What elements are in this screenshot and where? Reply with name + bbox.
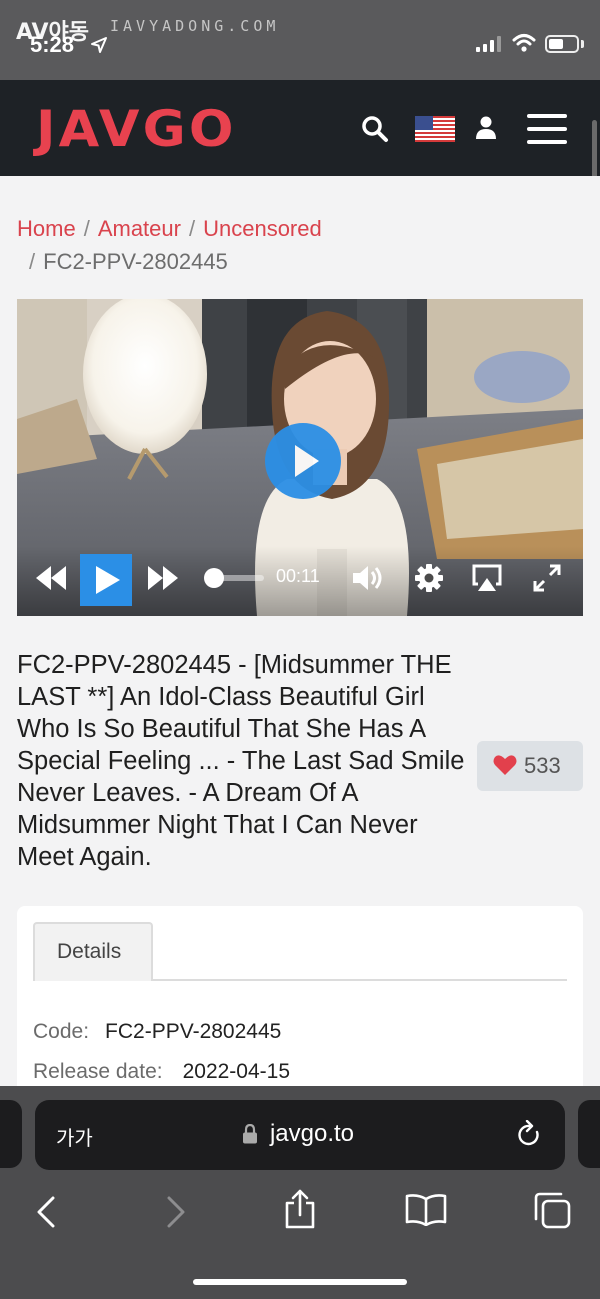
battery-icon: [545, 35, 579, 53]
volume-icon[interactable]: [353, 564, 385, 592]
big-play-button[interactable]: [265, 423, 341, 499]
breadcrumb: Home / Amateur / Uncensored / FC2-PPV-2802445: [17, 212, 577, 278]
site-logo[interactable]: JAVGO: [36, 100, 237, 158]
details-card: Details Code: FC2-PPV-2802445 Release dat…: [17, 906, 583, 1086]
breadcrumb-uncensored[interactable]: Uncensored: [203, 216, 322, 241]
forward-nav-icon: [167, 1196, 185, 1228]
back-icon[interactable]: [36, 1196, 56, 1228]
seek-handle[interactable]: [204, 568, 224, 588]
site-header: JAVGO: [0, 80, 600, 176]
cellular-signal-icon: [476, 36, 501, 52]
detail-value: 2022-04-15: [182, 1060, 291, 1083]
detail-row-code: Code: FC2-PPV-2802445: [33, 1020, 281, 1044]
address-bar[interactable]: 가가 javgo.to: [35, 1100, 565, 1170]
us-flag-icon[interactable]: [415, 116, 455, 142]
breadcrumb-separator: /: [29, 249, 36, 274]
status-time: 5:28: [30, 32, 75, 57]
url-text[interactable]: javgo.to: [35, 1120, 565, 1148]
search-icon[interactable]: [361, 115, 389, 143]
battery-tip: [581, 40, 584, 48]
video-player[interactable]: 00:11: [17, 299, 583, 616]
like-button[interactable]: 533: [477, 741, 583, 791]
heart-icon: [493, 755, 517, 775]
location-arrow-icon: [91, 37, 107, 53]
tabs-icon[interactable]: [533, 1191, 571, 1229]
settings-icon[interactable]: [415, 564, 443, 592]
tab-details[interactable]: Details: [33, 922, 153, 981]
airplay-icon[interactable]: [472, 564, 502, 592]
play-button[interactable]: [80, 554, 132, 606]
previous-tab-peek[interactable]: [0, 1100, 22, 1168]
breadcrumb-current: FC2-PPV-2802445: [43, 249, 228, 274]
like-count: 533: [524, 753, 561, 778]
detail-key: Release date:: [33, 1060, 163, 1083]
detail-key: Code:: [33, 1020, 90, 1043]
rewind-icon[interactable]: [36, 566, 66, 590]
main-content: Home / Amateur / Uncensored / FC2-PPV-2802445: [0, 176, 600, 1086]
bookmarks-icon[interactable]: [405, 1194, 447, 1226]
fullscreen-icon[interactable]: [533, 564, 561, 592]
status-bar: AV야동 IAVYADONG.COM 5:28: [0, 0, 600, 80]
current-time: 00:11: [276, 566, 320, 586]
user-icon[interactable]: [475, 116, 497, 140]
player-controls: 00:11: [17, 546, 583, 616]
share-icon[interactable]: [284, 1189, 316, 1229]
tab-details-label: Details: [57, 940, 122, 963]
breadcrumb-home[interactable]: Home: [17, 216, 76, 241]
reload-icon[interactable]: [515, 1120, 543, 1150]
home-indicator[interactable]: [193, 1279, 407, 1285]
forward-icon[interactable]: [148, 566, 178, 590]
url-domain: javgo.to: [269, 1120, 355, 1147]
page-scrollbar[interactable]: [592, 120, 597, 182]
watermark-url: IAVYADONG.COM: [110, 17, 280, 35]
detail-value: FC2-PPV-2802445: [105, 1020, 282, 1043]
breadcrumb-separator: /: [83, 216, 90, 241]
wifi-icon: [512, 34, 536, 52]
next-tab-peek[interactable]: [578, 1100, 600, 1168]
detail-row-release-date: Release date: 2022-04-15: [33, 1060, 290, 1084]
breadcrumb-amateur[interactable]: Amateur: [98, 216, 181, 241]
video-title: FC2-PPV-2802445 - [Midsummer THE LAST **…: [17, 651, 465, 871]
menu-icon[interactable]: [527, 113, 567, 145]
breadcrumb-separator: /: [188, 216, 196, 241]
